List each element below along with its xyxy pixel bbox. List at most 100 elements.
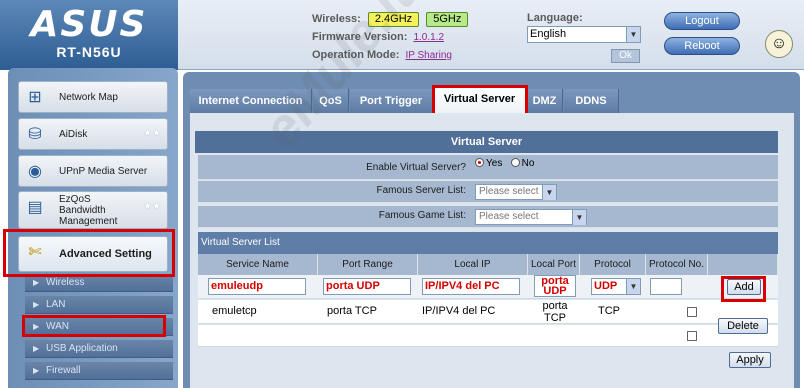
famous-server-select[interactable]: Please select ▼ — [475, 184, 557, 200]
no-label: No — [521, 158, 535, 169]
router-info: Wireless: 2.4GHz 5GHz Firmware Version: … — [312, 10, 469, 64]
table-row: emuletcp porta TCP IP/IPV4 del PC porta … — [198, 300, 778, 324]
upnp-icon: ◉ — [28, 163, 42, 180]
protocol-cell: TCP — [598, 305, 620, 317]
highlight-add-button — [721, 276, 766, 302]
no-radio[interactable] — [510, 158, 520, 167]
local-ip-cell: IP/IPV4 del PC — [422, 305, 496, 317]
famous-game-select[interactable]: Please select ▼ — [475, 209, 587, 225]
top-header: ASUS RT-N56U Wireless: 2.4GHz 5GHz Firmw… — [0, 0, 804, 70]
firmware-label: Firmware Version: — [312, 31, 408, 43]
famous-server-label: Famous Server List: — [376, 185, 466, 196]
ezqos-icon: ▤ — [27, 199, 43, 216]
local-port-input[interactable]: porta UDP — [534, 275, 576, 297]
tab-ddns[interactable]: DDNS — [564, 89, 619, 113]
famous-server-row: Famous Server List: Please select ▼ — [198, 181, 778, 203]
protocol-value: UDP — [594, 280, 618, 292]
famous-game-row: Famous Game List: Please select ▼ — [198, 206, 778, 228]
port-range-cell: porta TCP — [327, 305, 377, 317]
local-ip-input[interactable]: IP/IPV4 del PC — [422, 278, 520, 295]
reboot-button[interactable]: Reboot — [664, 37, 740, 55]
column-header: Local Port — [528, 254, 580, 275]
firmware-link[interactable]: 1.0.1.2 — [413, 32, 444, 43]
famous-server-value: Please select — [479, 186, 539, 197]
star-icon: ★★ — [143, 201, 161, 212]
section-title: Virtual Server — [195, 131, 778, 153]
local-port-line-2: UDP — [543, 285, 567, 297]
local-ip-value: IP/IPV4 del PC — [425, 280, 500, 292]
local-port-line-1: porta — [542, 300, 568, 312]
table-row-empty — [198, 325, 778, 347]
opmode-label: Operation Mode: — [312, 49, 400, 61]
wireless-label: Wireless: — [312, 13, 361, 25]
chevron-down-icon: ▼ — [542, 185, 556, 200]
famous-game-label: Famous Game List: — [378, 210, 466, 221]
chevron-down-icon: ▼ — [626, 27, 640, 42]
asus-logo: ASUS — [30, 4, 148, 45]
row-select-checkbox[interactable] — [687, 307, 697, 317]
asus-logo-box: ASUS RT-N56U — [0, 0, 178, 70]
new-entry-row: emuleudp porta UDP IP/IPV4 del PC porta … — [198, 275, 778, 299]
apply-button[interactable]: Apply — [729, 352, 771, 368]
port-range-input[interactable]: porta UDP — [323, 278, 411, 295]
service-name-input[interactable]: emuleudp — [208, 278, 306, 295]
service-name-cell: emuletcp — [212, 305, 257, 317]
mascot-avatar-icon: ☺ — [765, 30, 793, 58]
yes-label: Yes — [486, 158, 503, 169]
yes-radio[interactable] — [475, 158, 484, 167]
submenu-item-lan[interactable]: ▶ LAN — [25, 296, 173, 314]
band-24ghz-button[interactable]: 2.4GHz — [367, 12, 420, 27]
submenu-item-usb-application[interactable]: ▶ USB Application — [25, 340, 173, 358]
network-map-icon: ⊞ — [28, 89, 42, 106]
menu-item-label: Network Map — [59, 91, 118, 103]
star-icon: ★★ — [143, 128, 161, 139]
menu-item-label: UPnP Media Server — [59, 165, 148, 177]
local-port-cell: porta TCP — [534, 300, 576, 324]
local-port-line-2: TCP — [544, 312, 566, 324]
protocol-select[interactable]: UDP ▼ — [591, 278, 641, 295]
list-title: Virtual Server List — [198, 232, 778, 254]
column-header: Port Range — [318, 254, 418, 275]
language-value: English — [530, 28, 567, 40]
row-select-checkbox[interactable] — [687, 331, 697, 341]
band-5ghz-button[interactable]: 5GHz — [426, 12, 469, 27]
chevron-down-icon: ▼ — [572, 210, 586, 225]
menu-item-label: EzQoS Bandwidth Management — [59, 193, 118, 227]
language-label: Language: — [527, 12, 583, 24]
tab-dmz[interactable]: DMZ — [527, 89, 563, 113]
language-select[interactable]: English ▼ — [527, 26, 641, 43]
delete-button[interactable]: Delete — [718, 318, 768, 334]
opmode-link[interactable]: IP Sharing — [405, 50, 452, 61]
tab-qos[interactable]: QoS — [313, 89, 349, 113]
submenu-item-firewall[interactable]: ▶ Firewall — [25, 362, 173, 380]
chevron-down-icon: ▼ — [626, 279, 640, 294]
tab-port-trigger[interactable]: Port Trigger — [350, 89, 433, 113]
famous-game-value: Please select — [479, 211, 539, 222]
column-header: Local IP — [418, 254, 528, 275]
submenu-label: Wireless — [46, 277, 85, 288]
menu-item-ezqos[interactable]: ▤ EzQoS Bandwidth Management ★★ — [18, 191, 168, 229]
enable-row: Enable Virtual Server? Yes No — [198, 155, 778, 180]
arrow-right-icon: ▶ — [33, 300, 40, 309]
tab-internet-connection[interactable]: Internet Connection — [190, 89, 312, 113]
aidisk-icon: ⛁ — [28, 126, 42, 143]
enable-label: Enable Virtual Server? — [366, 162, 466, 173]
model-name: RT-N56U — [56, 44, 122, 60]
language-ok-button[interactable]: Ok — [611, 49, 640, 63]
column-header: Protocol No. — [646, 254, 708, 275]
protocol-no-input[interactable] — [650, 278, 682, 295]
column-header: Protocol — [580, 254, 646, 275]
column-header: Service Name — [198, 254, 318, 275]
arrow-right-icon: ▶ — [33, 344, 40, 353]
menu-item-network-map[interactable]: ⊞ Network Map — [18, 81, 168, 113]
menu-item-aidisk[interactable]: ⛁ AiDisk ★★ — [18, 118, 168, 150]
column-header-empty — [708, 254, 778, 275]
logout-button[interactable]: Logout — [664, 12, 740, 30]
menu-item-label: AiDisk — [59, 128, 88, 140]
submenu-label: USB Application — [46, 343, 118, 354]
highlight-virtual-server-tab — [432, 85, 528, 116]
menu-item-upnp[interactable]: ◉ UPnP Media Server — [18, 155, 168, 187]
highlight-advanced-setting — [3, 229, 175, 277]
submenu-label: LAN — [46, 299, 66, 310]
left-menu: ⊞ Network Map ⛁ AiDisk ★★ ◉ UPnP Media S… — [8, 68, 178, 388]
